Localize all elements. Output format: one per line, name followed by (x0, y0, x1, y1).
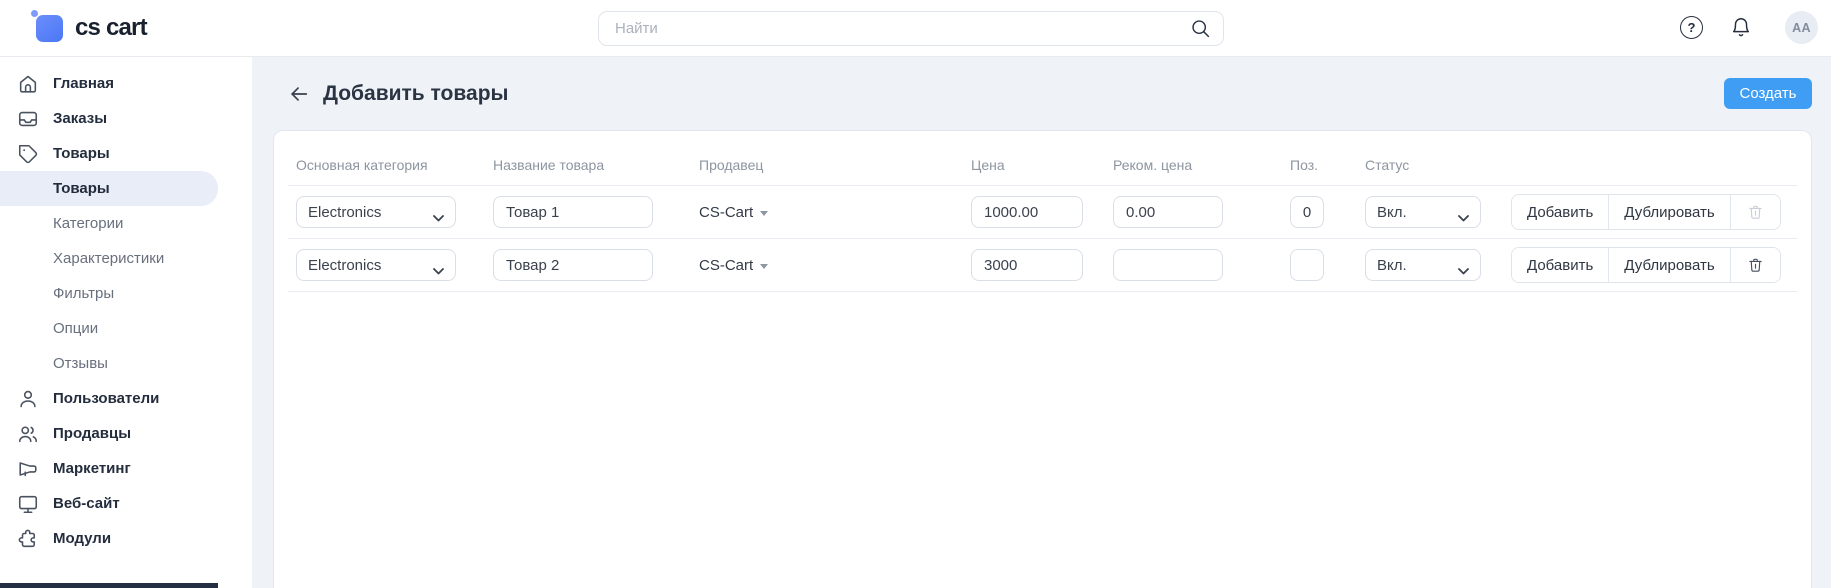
list-price-input[interactable] (1113, 249, 1223, 281)
user-avatar[interactable]: AA (1785, 11, 1818, 44)
duplicate-row-button[interactable]: Дублировать (1608, 195, 1729, 229)
col-header-category: Основная категория (296, 157, 493, 173)
sidebar-item-products-products[interactable]: Товары (0, 171, 218, 206)
row-actions: Добавить Дублировать (1511, 194, 1781, 230)
position-input[interactable] (1290, 249, 1324, 281)
sidebar-item-users[interactable]: Пользователи (0, 381, 252, 416)
logo-dot (31, 10, 38, 17)
megaphone-icon (17, 458, 39, 480)
products-table-panel: Основная категория Название товара Прода… (273, 130, 1812, 588)
sidebar-item-vendors[interactable]: Продавцы (0, 416, 252, 451)
caret-down-icon (760, 264, 768, 269)
topbar: cs cart ? AA (0, 0, 1831, 57)
back-arrow-icon[interactable] (288, 83, 310, 105)
add-row-button[interactable]: Добавить (1512, 248, 1608, 282)
divider (288, 291, 1797, 292)
position-input[interactable] (1290, 196, 1324, 228)
create-button[interactable]: Создать (1724, 78, 1812, 109)
vendor-dropdown[interactable]: CS-Cart (689, 257, 971, 274)
chevron-down-icon (433, 209, 444, 216)
notifications-bell-icon[interactable] (1730, 16, 1752, 40)
main-content: Добавить товары Создать Основная категор… (252, 57, 1831, 588)
sidebar: Главная Заказы Товары Товары Категории (0, 57, 252, 588)
list-price-input[interactable] (1113, 196, 1223, 228)
category-select[interactable]: Electronics (296, 249, 456, 281)
col-header-position: Поз. (1290, 157, 1365, 173)
sidebar-item-products[interactable]: Товары (0, 136, 252, 171)
logo-text: cs cart (75, 14, 147, 42)
sidebar-item-filters[interactable]: Фильтры (0, 276, 252, 311)
users-icon (17, 423, 39, 445)
page-header: Добавить товары Создать (273, 57, 1812, 130)
caret-down-icon (760, 211, 768, 216)
sidebar-item-options[interactable]: Опции (0, 311, 252, 346)
chevron-down-icon (433, 262, 444, 269)
home-icon (17, 73, 39, 95)
puzzle-icon (17, 528, 39, 550)
col-header-price: Цена (971, 157, 1113, 173)
duplicate-row-button[interactable]: Дублировать (1608, 248, 1729, 282)
sidebar-item-website[interactable]: Веб-сайт (0, 486, 252, 521)
product-name-input[interactable] (493, 196, 653, 228)
sidebar-item-orders[interactable]: Заказы (0, 101, 252, 136)
sidebar-item-reviews[interactable]: Отзывы (0, 346, 252, 381)
trash-icon (1747, 256, 1764, 274)
status-select[interactable]: Вкл. (1365, 196, 1481, 228)
chevron-down-icon (1458, 209, 1469, 216)
user-icon (17, 388, 39, 410)
category-select[interactable]: Electronics (296, 196, 456, 228)
sidebar-item-home[interactable]: Главная (0, 66, 252, 101)
global-search (598, 11, 1224, 46)
sidebar-item-categories[interactable]: Категории (0, 206, 252, 241)
delete-row-button[interactable] (1730, 248, 1780, 282)
delete-row-button[interactable] (1730, 195, 1780, 229)
col-header-vendor: Продавец (689, 157, 971, 173)
sidebar-item-addons[interactable]: Модули (0, 521, 252, 556)
table-row: Electronics CS-Cart Вкл. (274, 186, 1811, 238)
inbox-icon (17, 108, 39, 130)
logo-icon (36, 15, 63, 42)
status-select[interactable]: Вкл. (1365, 249, 1481, 281)
trash-icon (1747, 203, 1764, 221)
col-header-list-price: Реком. цена (1113, 157, 1290, 173)
product-name-input[interactable] (493, 249, 653, 281)
search-input[interactable] (598, 11, 1224, 46)
table-header-row: Основная категория Название товара Прода… (274, 131, 1811, 185)
sidebar-item-marketing[interactable]: Маркетинг (0, 451, 252, 486)
vendor-dropdown[interactable]: CS-Cart (689, 204, 971, 221)
monitor-icon (17, 493, 39, 515)
chevron-down-icon (1458, 262, 1469, 269)
cscart-logo[interactable]: cs cart (36, 14, 147, 42)
col-header-name: Название товара (493, 157, 689, 173)
sidebar-bottom-bar (0, 583, 218, 588)
search-icon[interactable] (1190, 18, 1211, 39)
help-icon[interactable]: ? (1680, 16, 1703, 39)
row-actions: Добавить Дублировать (1511, 247, 1781, 283)
table-row: Electronics CS-Cart Вкл. (274, 239, 1811, 291)
page-title: Добавить товары (323, 82, 508, 106)
col-header-status: Статус (1365, 157, 1511, 173)
price-input[interactable] (971, 196, 1083, 228)
tag-icon (17, 143, 39, 165)
add-row-button[interactable]: Добавить (1512, 195, 1608, 229)
price-input[interactable] (971, 249, 1083, 281)
sidebar-item-features[interactable]: Характеристики (0, 241, 252, 276)
